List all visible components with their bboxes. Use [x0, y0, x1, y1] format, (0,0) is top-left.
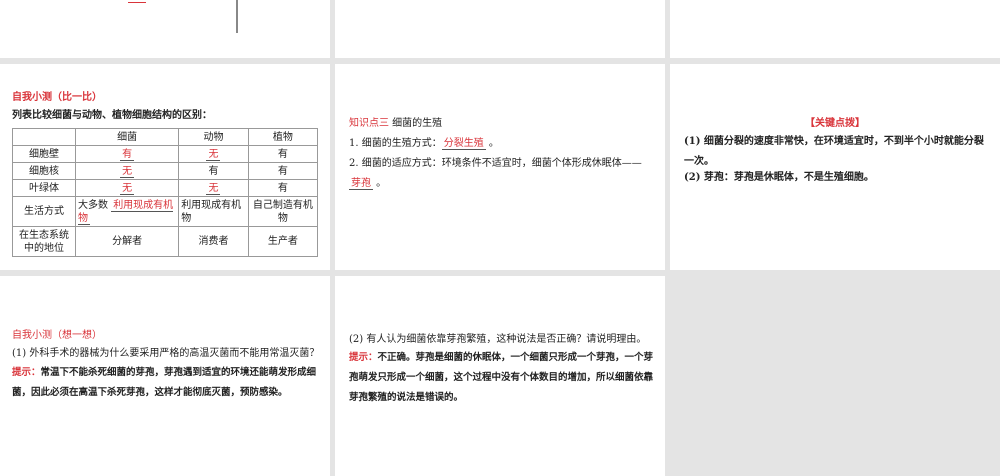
heading-label: 知识点三 — [349, 118, 389, 129]
cell: 生产者 — [247, 226, 319, 257]
answer: 无 — [206, 148, 221, 161]
curved-line — [236, 0, 238, 33]
slide-4[interactable]: 自我小测（比一比） 列表比较细菌与动物、植物细胞结构的区别： 细菌 动物 植物 细胞… — [0, 64, 330, 270]
question: (2) 有人认为细菌依靠芽孢繁殖，这种说法是否正确？请说明理由。 — [349, 334, 647, 345]
cell: 自己制造有机物 — [247, 196, 319, 227]
paragraph: (1) 细菌分裂的速度非常快，在环境适宜时，不到半个小时就能分裂一次。 — [684, 136, 984, 167]
answer-text: 不正确。芽孢是细菌的休眠体，一个细菌只形成一个芽孢，一个芽孢萌发只形成一个细菌，… — [349, 352, 654, 403]
slide-title: 自我小测（比一比） — [12, 92, 102, 103]
slide-subtitle: 列表比较细菌与动物、植物细胞结构的区别： — [12, 110, 212, 121]
header-cell: 动物 — [178, 128, 249, 146]
question: (1) 外科手术的器械为什么要采用严格的高温灭菌而不能用常温灭菌？ — [12, 348, 320, 359]
prefix: 大多数 — [78, 199, 112, 211]
row-label: 生活方式 — [12, 196, 76, 227]
hint-label: 提示： — [349, 352, 378, 363]
cell: 大多数 利用现成有机物 — [74, 196, 180, 227]
header-cell — [12, 128, 76, 146]
cell: 有 — [74, 145, 180, 163]
comparison-table: 细菌 动物 植物 细胞壁有无有 细胞核无有有 叶绿体无无有 生活方式 大多数 利用现成… — [12, 128, 319, 257]
cell: 无 — [178, 145, 249, 163]
paragraph: (2) 芽孢：芽孢是休眠体，不是生殖细胞。 — [684, 172, 874, 183]
row-label: 细胞核 — [12, 162, 76, 180]
cell: 分解者 — [74, 226, 180, 257]
table-row: 生活方式 大多数 利用现成有机物 利用现成有机物 自己制造有机物 — [12, 196, 319, 227]
answer: 无 — [120, 182, 135, 195]
answer: 提示：不正确。芽孢是细菌的休眠体，一个细菌只形成一个芽孢，一个芽孢萌发只形成一个… — [349, 348, 654, 408]
table-row: 细胞壁 有 无 有 — [12, 145, 319, 163]
answer: 无 — [120, 165, 135, 178]
row-label: 在生态系统中的地位 — [12, 226, 76, 257]
text: 。 — [485, 138, 499, 149]
red-underlined-fragment: …… — [128, 0, 146, 3]
item-1: 1. 细菌的生殖方式： 分裂生殖 。 — [349, 134, 499, 154]
cell: 有 — [178, 162, 249, 180]
slide-2[interactable] — [335, 0, 665, 58]
item-2: 2. 细菌的适应方式：环境条件不适宜时，细菌个体形成休眠体—— 芽孢 。 — [349, 154, 649, 194]
header-cell: 植物 — [247, 128, 319, 146]
slide-6[interactable]: 【关键点拨】 (1) 细菌分裂的速度非常快，在环境适宜时，不到半个小时就能分裂一… — [670, 64, 1000, 270]
cell: 利用现成有机物 — [178, 196, 249, 227]
table-row: 在生态系统中的地位 分解者 消费者 生产者 — [12, 226, 319, 257]
text: 。 — [373, 178, 387, 189]
table-header: 细菌 动物 植物 — [12, 128, 319, 146]
answer: 芽孢 — [349, 178, 373, 190]
slide-8[interactable]: (2) 有人认为细菌依靠芽孢繁殖，这种说法是否正确？请说明理由。 提示：不正确。… — [335, 276, 665, 476]
slide-1[interactable]: …… — [0, 0, 330, 58]
slide-5[interactable]: 知识点三 细菌的生殖 1. 细菌的生殖方式： 分裂生殖 。 2. 细菌的适应方式：… — [335, 64, 665, 270]
row-label: 细胞壁 — [12, 145, 76, 163]
text: 2. 细菌的适应方式：环境条件不适宜时，细菌个体形成休眠体—— — [349, 158, 642, 169]
cell: 有 — [247, 145, 319, 163]
header-cell: 细菌 — [74, 128, 180, 146]
cell: 有 — [247, 179, 319, 197]
cell: 消费者 — [178, 226, 249, 257]
slide-title: 自我小测（想一想） — [12, 330, 102, 341]
answer: 分裂生殖 — [441, 138, 486, 150]
cell: 无 — [74, 179, 180, 197]
cell: 有 — [247, 162, 319, 180]
row-label: 叶绿体 — [12, 179, 76, 197]
heading-text: 细菌的生殖 — [389, 118, 443, 129]
hint-label: 提示： — [12, 367, 41, 378]
slide-3[interactable] — [670, 0, 1000, 58]
table-row: 叶绿体 无 无 有 — [12, 179, 319, 197]
slide-7[interactable]: 自我小测（想一想） (1) 外科手术的器械为什么要采用严格的高温灭菌而不能用常温… — [0, 276, 330, 476]
table-row: 细胞核 无 有有 — [12, 162, 319, 180]
answer: 提示：常温下不能杀死细菌的芽孢，芽孢遇到适宜的环境还能萌发形成细菌，因此必须在高… — [12, 363, 322, 403]
answer-text: 常温下不能杀死细菌的芽孢，芽孢遇到适宜的环境还能萌发形成细菌，因此必须在高温下杀… — [12, 367, 317, 398]
knowledge-heading: 知识点三 细菌的生殖 — [349, 114, 442, 134]
cell: 无 — [74, 162, 180, 180]
cell: 无 — [178, 179, 249, 197]
slide-title: 【关键点拨】 — [805, 118, 865, 129]
text: 1. 细菌的生殖方式： — [349, 138, 442, 149]
answer: 有 — [120, 148, 135, 161]
answer: 无 — [206, 182, 221, 195]
